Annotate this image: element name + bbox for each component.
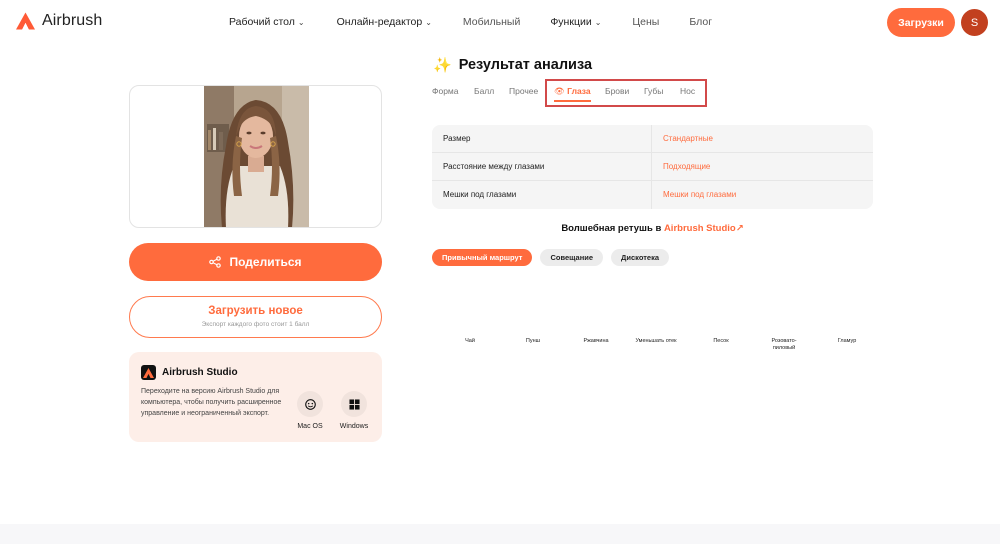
eye-icon: 👁 [554, 86, 565, 96]
look-glamour[interactable]: Гламур [817, 338, 877, 345]
header: Airbrush Рабочий стол ⌄ Онлайн-редактор … [0, 0, 1000, 44]
share-icon [209, 256, 222, 268]
nav-item-pricing[interactable]: Цены [632, 16, 659, 28]
windows-download[interactable]: Windows [332, 391, 376, 430]
eyes-analysis-table: Размер Стандартные Расстояние между глаз… [432, 125, 873, 209]
avatar[interactable]: S [961, 9, 988, 36]
airbrush-studio-logo-icon [141, 365, 156, 380]
table-row: Расстояние между глазами Подходящие [432, 153, 873, 181]
uploads-button[interactable]: Загрузки [887, 8, 955, 37]
airbrush-studio-link[interactable]: Airbrush Studio↗ [664, 223, 744, 234]
chip-meeting[interactable]: Совещание [540, 249, 604, 266]
nav-item-blog[interactable]: Блог [689, 16, 712, 28]
nav-item-label: Онлайн-редактор [336, 16, 423, 28]
nav-item-desktop[interactable]: Рабочий стол ⌄ [229, 16, 305, 28]
macos-download[interactable]: Mac OS [288, 391, 332, 430]
look-category-chips: Привычный маршрут Совещание Дискотека [432, 249, 669, 266]
table-row: Размер Стандартные [432, 125, 873, 153]
studio-promo-card: Airbrush Studio Переходите на версию Air… [129, 352, 382, 442]
tab-nose[interactable]: Нос [680, 86, 695, 96]
nav-item-label: Цены [632, 16, 660, 28]
tab-shape[interactable]: Форма [432, 86, 459, 96]
look-pinkish[interactable]: Розовато-пиловый [763, 338, 805, 352]
chip-disco[interactable]: Дискотека [611, 249, 669, 266]
nav-item-label: Рабочий стол [229, 16, 295, 28]
row-name: Мешки под глазами [443, 190, 517, 199]
magic-retouch-text: Волшебная ретушь в [561, 223, 664, 234]
studio-title: Airbrush Studio [162, 367, 238, 378]
nav-item-online-editor[interactable]: Онлайн-редактор ⌄ [337, 16, 432, 28]
upload-new-button[interactable]: Загрузить новое Экспорт каждого фото сто… [129, 296, 382, 338]
row-name: Размер [443, 134, 471, 143]
airbrush-logo-icon [16, 12, 35, 30]
row-value: Мешки под глазами [663, 190, 737, 199]
studio-description: Переходите на версию Airbrush Studio для… [141, 388, 282, 417]
windows-label: Windows [339, 423, 369, 430]
tab-score[interactable]: Балл [474, 86, 494, 96]
upload-new-label: Загрузить новое [208, 305, 303, 317]
page: Airbrush Рабочий стол ⌄ Онлайн-редактор … [0, 0, 1000, 544]
tab-eyes-label: Глаза [567, 86, 591, 96]
look-reduce-puffiness[interactable]: Уменьшать отек [631, 338, 681, 345]
studio-header: Airbrush Studio [141, 365, 238, 380]
windows-icon [341, 391, 367, 417]
tab-other[interactable]: Прочее [509, 86, 538, 96]
tab-eyes[interactable]: 👁 Глаза [554, 86, 591, 102]
nav-item-label: Мобильный [462, 16, 521, 28]
chevron-down-icon: ⌄ [594, 17, 602, 27]
look-tea[interactable]: Чай [440, 338, 500, 345]
page-title: ✨ Результат анализа [433, 56, 592, 74]
look-punch[interactable]: Пунш [503, 338, 563, 345]
footer-strip [0, 524, 1000, 544]
chip-usual-route[interactable]: Привычный маршрут [432, 249, 533, 266]
photo-card [129, 85, 382, 228]
row-name: Расстояние между глазами [443, 162, 545, 171]
portrait-photo [204, 86, 309, 227]
row-value: Стандартные [663, 134, 713, 143]
logo[interactable]: Airbrush [16, 12, 102, 30]
share-button[interactable]: Поделиться [129, 243, 382, 281]
logo-text: Airbrush [42, 12, 103, 29]
row-value: Подходящие [663, 162, 711, 171]
look-rust[interactable]: Ржавчина [566, 338, 626, 345]
tab-brows[interactable]: Брови [605, 86, 629, 96]
page-title-text: Результат анализа [458, 57, 593, 73]
share-button-label: Поделиться [229, 255, 302, 269]
main-nav: Рабочий стол ⌄ Онлайн-редактор ⌄ Мобильн… [229, 16, 712, 28]
nav-item-mobile[interactable]: Мобильный [463, 16, 520, 28]
nav-item-features[interactable]: Функции ⌄ [550, 16, 601, 28]
chevron-down-icon: ⌄ [297, 17, 305, 27]
export-cost-note: Экспорт каждого фото стоит 1 балл [201, 321, 310, 328]
look-sand[interactable]: Песок [691, 338, 751, 345]
look-presets: Чай Пунш Ржавчина Уменьшать отек Песок Р… [438, 338, 878, 362]
tab-lips[interactable]: Губы [644, 86, 663, 96]
table-row: Мешки под глазами Мешки под глазами [432, 181, 873, 209]
macos-icon [297, 391, 323, 417]
chevron-down-icon: ⌄ [425, 17, 432, 27]
nav-item-label: Функции [550, 16, 592, 28]
magic-retouch-heading: Волшебная ретушь в Airbrush Studio↗ [432, 223, 873, 234]
sparkle-icon: ✨ [433, 57, 452, 74]
macos-label: Mac OS [297, 423, 323, 430]
nav-item-label: Блог [689, 16, 713, 28]
